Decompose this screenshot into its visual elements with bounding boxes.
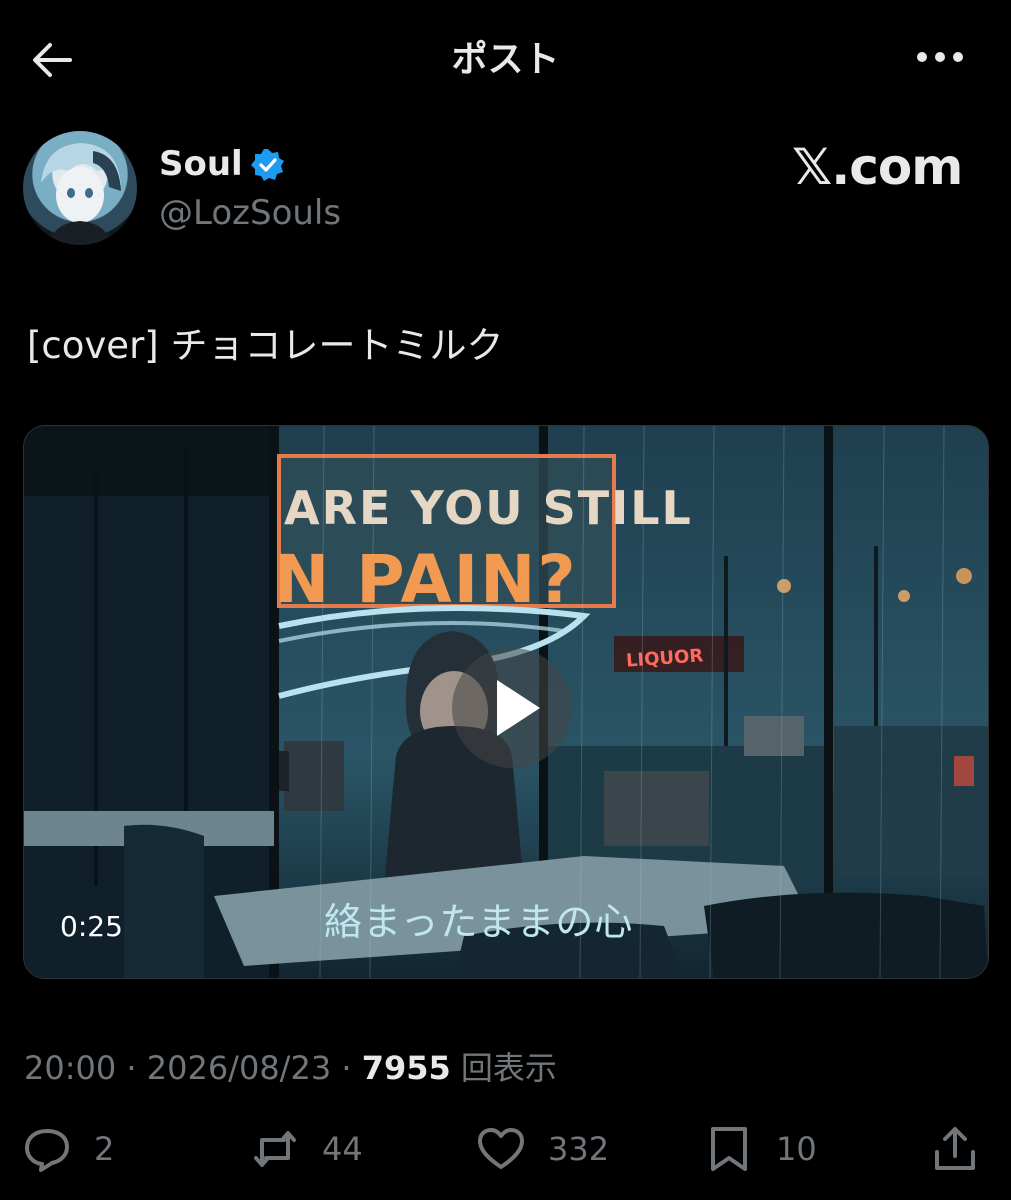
watermark: 𝕏.com [792,138,963,196]
avatar[interactable] [23,131,137,245]
repost-button[interactable]: 44 [250,1124,363,1174]
separator: · [341,1049,352,1087]
user-handle[interactable]: @LozSouls [159,193,341,233]
bookmark-count: 10 [776,1130,817,1168]
display-name[interactable]: Soul [159,144,243,184]
reply-icon [25,1129,69,1172]
heart-icon [478,1128,524,1169]
bookmark-button[interactable]: 10 [704,1124,817,1174]
like-button[interactable]: 332 [476,1124,609,1174]
post-text: [cover] チョコレートミルク [27,324,504,367]
views-label: 回表示 [460,1049,557,1087]
verified-badge-icon [251,149,284,181]
repost-count: 44 [322,1130,363,1168]
separator: · [126,1049,137,1087]
like-count: 332 [548,1130,610,1168]
sign-text-line2: N PAIN? [274,541,578,618]
video-player[interactable]: ARE YOU STILL N PAIN? LIQUOR 絡まったままの心 0:… [23,425,989,979]
reply-button[interactable]: 2 [22,1124,114,1174]
more-horizontal-icon[interactable] [910,40,970,74]
page-title: ポスト [451,39,560,80]
post-date[interactable]: 2026/08/23 [147,1049,331,1087]
video-subtitle: 絡まったままの心 [324,900,634,944]
views-count: 7955 [361,1049,451,1087]
avatar-illustration [41,143,121,245]
repost-icon [254,1131,296,1167]
reply-count: 2 [94,1130,115,1168]
post-time[interactable]: 20:00 [24,1049,116,1087]
video-duration: 0:25 [60,910,123,943]
sign-text-line1: ARE YOU STILL [284,481,693,535]
post-metadata: 20:00 · 2026/08/23 · 7955 回表示 [24,1043,557,1089]
bookmark-icon [711,1127,747,1171]
share-icon [935,1127,975,1170]
share-button[interactable] [930,1124,980,1174]
play-icon [497,680,540,736]
play-button[interactable] [452,648,572,768]
